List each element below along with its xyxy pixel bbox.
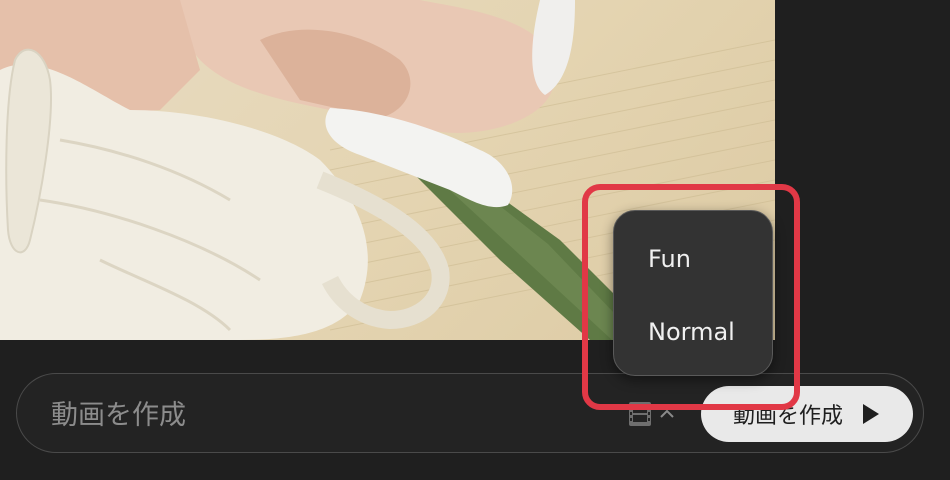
film-icon <box>629 402 651 426</box>
play-icon <box>863 404 879 424</box>
menu-item-label: Normal <box>648 318 735 346</box>
chevron-up-icon <box>660 409 674 418</box>
video-style-selector[interactable] <box>627 398 681 430</box>
menu-item-fun[interactable]: Fun <box>614 229 774 289</box>
menu-item-normal[interactable]: Normal <box>614 302 774 362</box>
video-prompt-composer: 動画を作成 <box>16 373 924 453</box>
video-style-menu: Fun Normal <box>613 210 773 376</box>
prompt-input[interactable] <box>49 396 613 434</box>
create-video-label: 動画を作成 <box>732 404 843 429</box>
menu-item-label: Fun <box>648 245 691 273</box>
create-video-button[interactable]: 動画を作成 <box>701 386 913 442</box>
